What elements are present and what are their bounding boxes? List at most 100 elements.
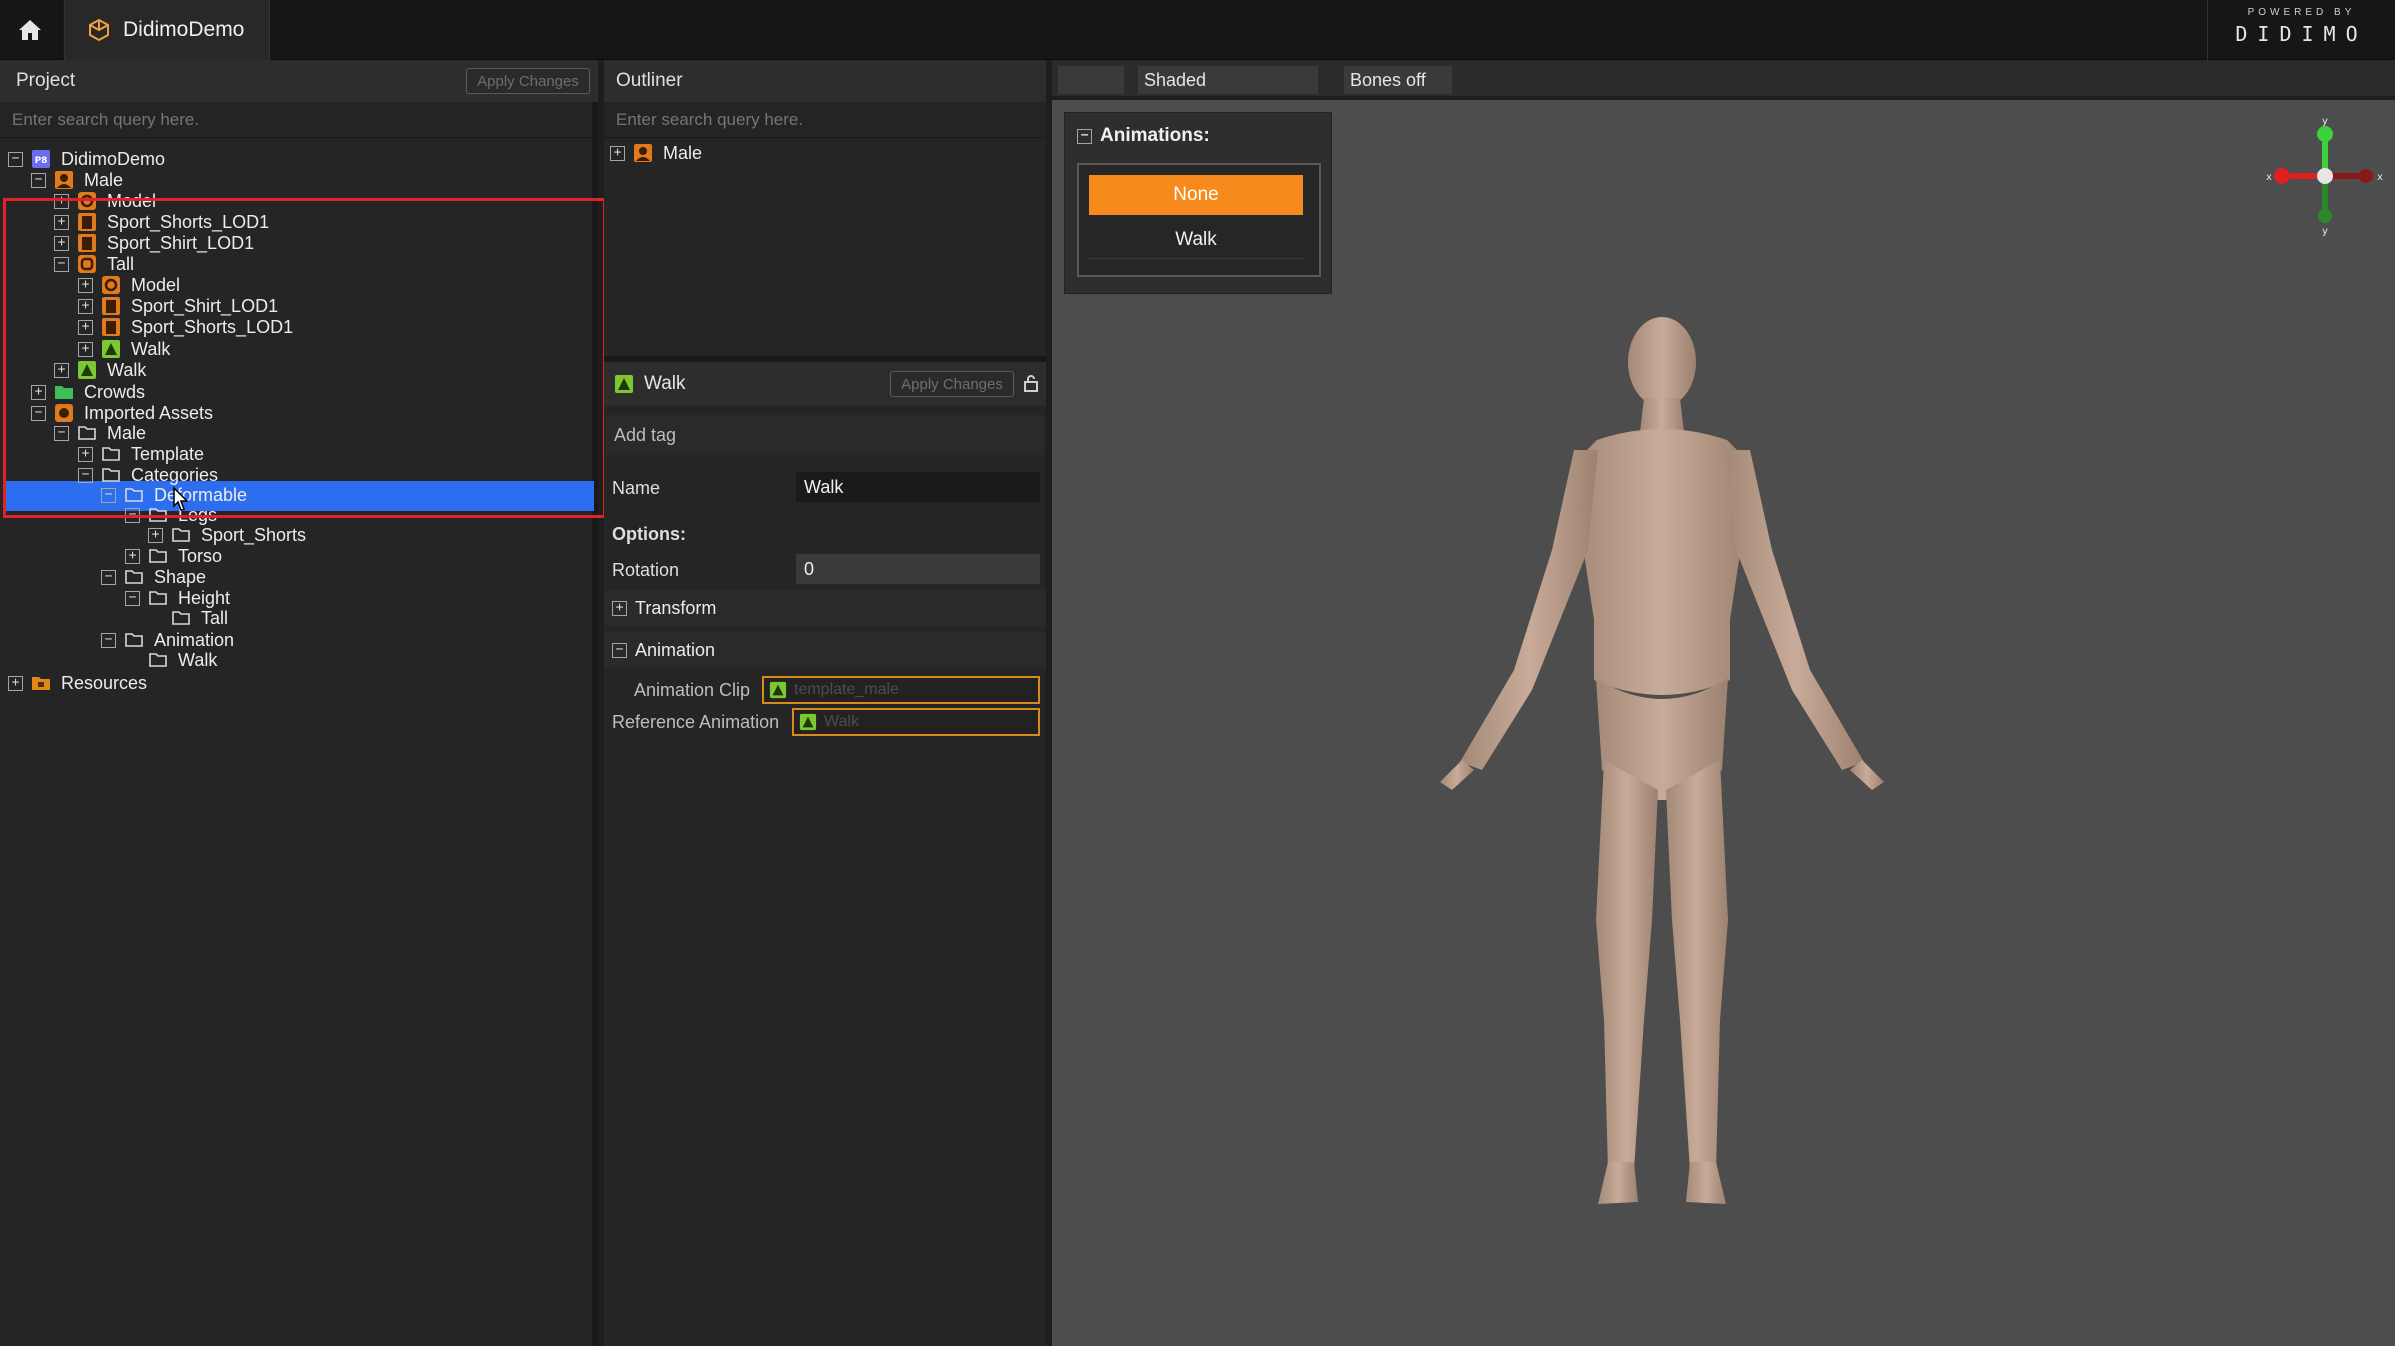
home-button[interactable]	[0, 0, 60, 60]
tree-item[interactable]: + Resources	[8, 670, 147, 696]
collapse-toggle[interactable]: −	[125, 590, 140, 606]
outliner-search-input[interactable]	[604, 102, 1046, 138]
animation-option-walk[interactable]: Walk	[1089, 221, 1303, 259]
animation-option-none[interactable]: None	[1089, 175, 1303, 215]
powered-by-logo: POWERED BY DIDIMO	[2207, 0, 2395, 60]
collapse-toggle[interactable]: −	[54, 425, 69, 441]
gizmo-y-neg-label: y	[2322, 226, 2328, 237]
animation-icon	[768, 680, 788, 700]
project-search-input[interactable]	[0, 102, 592, 138]
collapse-toggle[interactable]: −	[1077, 128, 1092, 144]
expand-toggle[interactable]: +	[54, 214, 69, 230]
collapse-toggle[interactable]: −	[101, 569, 116, 585]
expand-toggle[interactable]: +	[78, 277, 93, 293]
inspector-title: Walk	[644, 373, 686, 394]
animation-clip-value: template_male	[794, 681, 899, 698]
outliner-panel: Outliner + Male	[604, 60, 1046, 356]
project-icon: P8	[31, 149, 51, 169]
outliner-header: Outliner	[604, 60, 1046, 102]
expand-toggle[interactable]: +	[610, 145, 625, 161]
project-title: Project	[16, 70, 76, 91]
lock-icon[interactable]	[1024, 374, 1038, 392]
animations-list: None Walk	[1077, 163, 1321, 277]
reference-animation-value: Walk	[824, 713, 859, 730]
expand-toggle[interactable]: +	[54, 362, 69, 378]
inspector-panel: Walk Apply Changes Add tag Name Walk Opt…	[604, 356, 1046, 1346]
expand-toggle[interactable]: +	[31, 384, 46, 400]
tree-item-label: Tall	[201, 607, 229, 628]
collapse-toggle[interactable]: −	[101, 487, 116, 503]
app-window: DidimoDemo POWERED BY DIDIMO Project App…	[0, 0, 2395, 1346]
animation-section[interactable]: − Animation	[604, 632, 1046, 668]
garment-icon	[77, 233, 97, 253]
human-model[interactable]	[1412, 300, 1912, 1220]
folder-icon	[171, 525, 191, 545]
viewport-panel: Shaded Bones off − Animations: None Walk	[1052, 60, 2395, 1346]
name-field[interactable]: Walk	[796, 472, 1040, 502]
viewport-blank-button[interactable]	[1058, 66, 1124, 94]
collapse-toggle[interactable]: −	[31, 405, 46, 421]
resources-folder-icon	[31, 673, 51, 693]
animation-clip-field[interactable]: template_male	[762, 676, 1040, 704]
inspector-header: Walk Apply Changes	[604, 362, 1046, 406]
options-label: Options:	[612, 524, 686, 544]
home-icon	[18, 20, 41, 40]
add-tag-field[interactable]: Add tag	[606, 415, 1044, 455]
expand-toggle[interactable]: +	[78, 319, 93, 335]
transform-section[interactable]: + Transform	[604, 590, 1046, 626]
outliner-item-male[interactable]: + Male	[610, 140, 702, 166]
expand-toggle[interactable]: +	[612, 600, 627, 616]
model-icon	[77, 191, 97, 211]
collapse-toggle[interactable]: −	[125, 507, 140, 523]
orientation-gizmo[interactable]: y y x x	[2262, 116, 2388, 242]
animation-icon	[77, 360, 97, 380]
collapse-toggle[interactable]: −	[78, 467, 93, 483]
expand-toggle[interactable]: +	[54, 193, 69, 209]
project-tab-label: DidimoDemo	[123, 18, 245, 41]
garment-icon	[101, 296, 121, 316]
rotation-label: Rotation	[612, 560, 680, 580]
shading-mode-button[interactable]: Shaded	[1138, 66, 1318, 94]
folder-icon	[148, 546, 168, 566]
collapse-toggle[interactable]: −	[8, 151, 23, 167]
garment-icon	[77, 212, 97, 232]
folder-icon	[101, 444, 121, 464]
reference-animation-field[interactable]: Walk	[792, 708, 1040, 736]
collapse-toggle[interactable]: −	[101, 632, 116, 648]
tree-item-label: Walk	[178, 649, 218, 670]
name-label: Name	[612, 478, 661, 498]
animation-icon	[798, 712, 818, 732]
brand-logo: DIDIMO	[2235, 22, 2368, 46]
folder-icon	[124, 567, 144, 587]
reference-animation-label: Reference Animation	[612, 712, 780, 732]
folder-icon	[148, 650, 168, 670]
expand-toggle[interactable]: +	[8, 675, 23, 691]
top-bar: DidimoDemo POWERED BY DIDIMO	[0, 0, 2395, 60]
gizmo-y-label: y	[2322, 116, 2328, 127]
animation-section-label: Animation	[635, 639, 716, 660]
tree-item-label: Sport_Shorts_LOD1	[131, 316, 294, 337]
expand-toggle[interactable]: +	[54, 235, 69, 251]
expand-toggle[interactable]: +	[78, 298, 93, 314]
mouse-cursor-icon	[173, 486, 189, 511]
character-icon	[633, 143, 653, 163]
folder-icon	[171, 608, 191, 628]
expand-toggle[interactable]: +	[148, 527, 163, 543]
rotation-field[interactable]: 0	[796, 554, 1040, 584]
collapse-toggle[interactable]: −	[31, 172, 46, 188]
animation-icon	[614, 374, 634, 394]
expand-toggle[interactable]: +	[125, 548, 140, 564]
cube-icon	[89, 18, 109, 42]
gizmo-x-neg-label: x	[2266, 172, 2272, 183]
animations-title: Animations:	[1100, 125, 1210, 146]
bones-toggle-button[interactable]: Bones off	[1344, 66, 1452, 94]
collapse-toggle[interactable]: −	[54, 256, 69, 272]
collapse-toggle[interactable]: −	[612, 642, 627, 658]
animations-header[interactable]: − Animations:	[1077, 125, 1210, 147]
inspector-apply-changes-button[interactable]: Apply Changes	[890, 371, 1014, 397]
project-apply-changes-button[interactable]: Apply Changes	[466, 68, 590, 94]
animation-clip-label: Animation Clip	[634, 680, 751, 700]
expand-toggle[interactable]: +	[78, 341, 93, 357]
expand-toggle[interactable]: +	[78, 446, 93, 462]
project-tab[interactable]: DidimoDemo	[64, 0, 270, 60]
